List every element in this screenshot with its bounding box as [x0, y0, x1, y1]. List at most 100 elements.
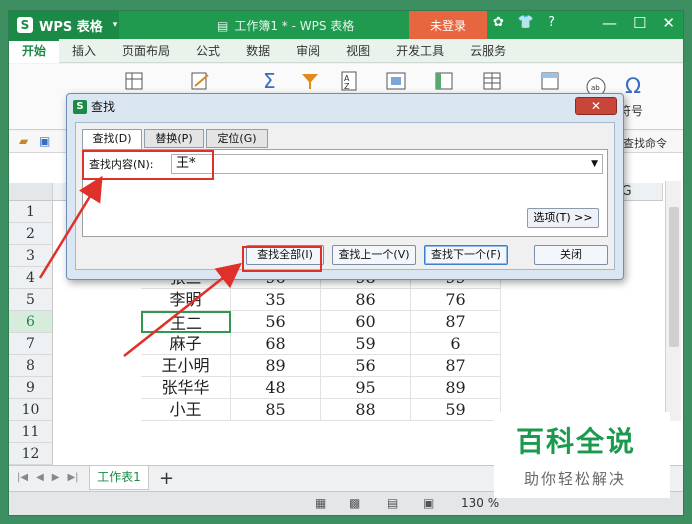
tab-developer[interactable]: 开发工具 — [383, 39, 457, 63]
shirt-icon[interactable]: 👕 — [518, 15, 534, 30]
reading-view-icon[interactable]: ▣ — [423, 496, 434, 510]
last-sheet-icon[interactable]: ▶| — [67, 472, 78, 483]
dialog-close-text-button[interactable]: 关闭 — [534, 245, 608, 265]
vertical-scrollbar[interactable] — [665, 181, 681, 421]
find-previous-button[interactable]: 查找上一个(V) — [332, 245, 416, 265]
dropdown-arrow-icon[interactable]: ▼ — [591, 155, 598, 173]
find-next-button[interactable]: 查找下一个(F) — [424, 245, 508, 265]
login-button[interactable]: 未登录 — [409, 11, 487, 39]
tab-data[interactable]: 数据 — [233, 39, 283, 63]
wps-logo-icon: S — [73, 99, 87, 114]
table-cell[interactable]: 86 — [321, 289, 411, 311]
tab-insert[interactable]: 插入 — [59, 39, 109, 63]
tab-review[interactable]: 审阅 — [283, 39, 333, 63]
skin-icon[interactable]: ✿ — [493, 15, 504, 30]
row-header-8[interactable]: 8 — [9, 355, 53, 377]
table-cell[interactable]: 张华华 — [141, 377, 231, 399]
row-header-9[interactable]: 9 — [9, 377, 53, 399]
svg-text:Z: Z — [344, 82, 350, 91]
format-icon[interactable] — [189, 70, 211, 92]
table-cell[interactable]: 56 — [321, 355, 411, 377]
svg-text:Ω: Ω — [625, 74, 641, 96]
layout-view-icon[interactable]: ▤ — [387, 496, 398, 510]
table-cell[interactable]: 88 — [321, 399, 411, 421]
table-cell[interactable]: 95 — [321, 377, 411, 399]
app-menu-button[interactable]: S WPS 表格 ▾ — [9, 11, 119, 39]
save-icon[interactable]: ▣ — [39, 134, 50, 148]
row-header-12[interactable]: 12 — [9, 443, 53, 465]
sort-icon[interactable]: AZ — [339, 70, 361, 92]
row-header-10[interactable]: 10 — [9, 399, 53, 421]
table-cell[interactable]: 小王 — [141, 399, 231, 421]
table-cell[interactable]: 56 — [231, 311, 321, 333]
omega-symbol-icon[interactable]: Ω — [623, 74, 645, 96]
worksheet-icon[interactable] — [481, 70, 503, 92]
table-cell[interactable]: 60 — [321, 311, 411, 333]
find-command-search[interactable]: 查找命令 — [623, 135, 667, 151]
add-sheet-button[interactable]: + — [159, 468, 174, 489]
filter-icon[interactable] — [299, 70, 321, 92]
table-icon[interactable] — [123, 70, 145, 92]
table-cell[interactable]: 89 — [231, 355, 321, 377]
active-cell[interactable]: 王二 — [141, 311, 231, 333]
table-cell[interactable]: 48 — [231, 377, 321, 399]
close-button[interactable]: ✕ — [662, 14, 675, 32]
table-cell[interactable]: 35 — [231, 289, 321, 311]
table-cell[interactable]: 68 — [231, 333, 321, 355]
help-icon[interactable]: ? — [548, 15, 555, 30]
table-cell[interactable]: 李明 — [141, 289, 231, 311]
row-header-3[interactable]: 3 — [9, 245, 53, 267]
options-button[interactable]: 选项(T) >> — [527, 208, 599, 228]
table-cell[interactable]: 85 — [231, 399, 321, 421]
tab-goto[interactable]: 定位(G) — [206, 129, 268, 148]
table-cell[interactable]: 59 — [411, 399, 501, 421]
row-header-11[interactable]: 11 — [9, 421, 53, 443]
sum-icon[interactable]: Σ — [259, 70, 281, 92]
table-cell[interactable]: 王小明 — [141, 355, 231, 377]
dialog-close-button[interactable]: ✕ — [575, 97, 617, 115]
find-content-input[interactable]: 王* ▼ — [171, 154, 603, 174]
title-tools: ✿ 👕 ? — [493, 15, 555, 30]
scrollbar-thumb[interactable] — [669, 207, 679, 347]
table-cell[interactable]: 87 — [411, 311, 501, 333]
prev-sheet-icon[interactable]: ◀ — [36, 472, 44, 483]
maximize-button[interactable]: ☐ — [633, 14, 646, 32]
table-cell[interactable]: 6 — [411, 333, 501, 355]
minimize-button[interactable]: — — [602, 14, 617, 32]
dialog-body: 查找(D) 替换(P) 定位(G) 查找内容(N): 王* ▼ 选项(T) >>… — [75, 122, 615, 270]
table-cell[interactable]: 89 — [411, 377, 501, 399]
row-header-7[interactable]: 7 — [9, 333, 53, 355]
dialog-title: S 查找 — [73, 98, 115, 115]
wps-logo-icon: S — [17, 17, 33, 33]
open-folder-icon[interactable]: ▰ — [19, 134, 28, 148]
format-cells-icon[interactable] — [385, 70, 407, 92]
row-header-4[interactable]: 4 — [9, 267, 53, 289]
app-name: WPS 表格 — [39, 19, 103, 35]
tab-page-layout[interactable]: 页面布局 — [109, 39, 183, 63]
window-controls: — ☐ ✕ — [602, 14, 675, 32]
zoom-level[interactable]: 130 % — [461, 496, 499, 510]
row-header-1[interactable]: 1 — [9, 201, 53, 223]
page-break-view-icon[interactable]: ▩ — [349, 496, 360, 510]
freeze-icon[interactable] — [539, 70, 561, 92]
normal-view-icon[interactable]: ▦ — [315, 496, 326, 510]
tab-cloud[interactable]: 云服务 — [457, 39, 519, 63]
highlight-find-all — [242, 246, 322, 272]
table-cell[interactable]: 76 — [411, 289, 501, 311]
sheet-tab-1[interactable]: 工作表1 — [89, 466, 149, 490]
tab-view[interactable]: 视图 — [333, 39, 383, 63]
select-all-corner[interactable] — [9, 183, 53, 201]
row-header-2[interactable]: 2 — [9, 223, 53, 245]
rows-columns-icon[interactable] — [433, 70, 455, 92]
next-sheet-icon[interactable]: ▶ — [52, 472, 60, 483]
tab-home[interactable]: 开始 — [9, 38, 60, 63]
row-header-6[interactable]: 6 — [9, 311, 53, 333]
table-cell[interactable]: 麻子 — [141, 333, 231, 355]
first-sheet-icon[interactable]: |◀ — [17, 472, 28, 483]
tab-formulas[interactable]: 公式 — [183, 39, 233, 63]
tab-find[interactable]: 查找(D) — [82, 129, 142, 150]
table-cell[interactable]: 59 — [321, 333, 411, 355]
table-cell[interactable]: 87 — [411, 355, 501, 377]
row-header-5[interactable]: 5 — [9, 289, 53, 311]
tab-replace[interactable]: 替换(P) — [144, 129, 204, 148]
